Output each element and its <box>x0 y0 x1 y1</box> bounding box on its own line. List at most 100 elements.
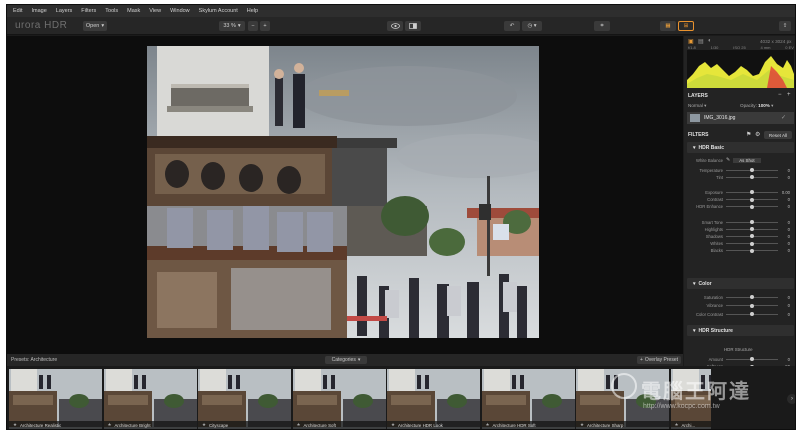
slider-shadows[interactable]: Shadows 0 <box>690 233 794 239</box>
slider-whites[interactable]: Whites 0 <box>690 241 794 247</box>
slider-knob[interactable] <box>750 241 754 246</box>
preset-thumbnail[interactable]: ★ Cityscape <box>198 369 291 429</box>
undo-icon[interactable]: ↶ <box>504 21 520 31</box>
slider-knob[interactable] <box>750 227 754 232</box>
hdr-basic-header[interactable]: ▾ HDR Basic <box>687 142 794 153</box>
hdr-structure-header[interactable]: ▾ HDR Structure <box>687 325 794 336</box>
slider-track[interactable] <box>726 190 778 195</box>
preset-thumbnail[interactable]: ★ Architecture Realistic <box>9 369 102 429</box>
compare-icon[interactable] <box>405 21 421 31</box>
menu-view[interactable]: View <box>149 8 161 14</box>
remove-layer-icon[interactable]: − <box>778 92 782 98</box>
slider-amount[interactable]: Amount 0 <box>690 356 794 362</box>
white-balance-row[interactable]: White Balance ✎ As Shot <box>690 157 794 163</box>
zoom-in-button[interactable]: + <box>260 21 270 31</box>
layer-row[interactable]: IMG_3016.jpg ✓ <box>687 112 794 124</box>
reset-all-button[interactable]: Reset All <box>764 131 792 139</box>
slider-knob[interactable] <box>750 190 754 195</box>
slider-knob[interactable] <box>750 197 754 202</box>
menu-skylum-account[interactable]: Skylum Account <box>199 8 238 14</box>
open-button[interactable]: Open ▾ <box>83 21 107 31</box>
zoom-select[interactable]: 33 % ▾ <box>219 21 245 31</box>
slider-track[interactable] <box>726 234 778 239</box>
star-icon[interactable]: ★ <box>580 422 584 428</box>
clipping-icon[interactable]: ◐ <box>708 38 712 44</box>
slider-knob[interactable] <box>750 234 754 239</box>
preset-thumbnail[interactable]: ★ Architecture HDR Soft <box>481 369 575 429</box>
menu-mask[interactable]: Mask <box>127 8 140 14</box>
menu-tools[interactable]: Tools <box>105 8 118 14</box>
slider-temperature[interactable]: Temperature 0 <box>690 167 794 173</box>
slider-track[interactable] <box>726 204 778 209</box>
menu-filters[interactable]: Filters <box>81 8 96 14</box>
slider-saturation[interactable]: Saturation 0 <box>690 294 794 300</box>
slider-track[interactable] <box>726 175 778 180</box>
slider-knob[interactable] <box>750 220 754 224</box>
slider-contrast[interactable]: Contrast 0 <box>690 197 794 203</box>
slider-track[interactable] <box>726 241 778 246</box>
checkmark-icon[interactable]: ✓ <box>781 114 786 121</box>
slider-track[interactable] <box>726 220 778 224</box>
share-icon[interactable]: ⇪ <box>779 21 791 31</box>
preset-thumbnail-label: ★ Cityscape <box>198 421 291 429</box>
canvas-area[interactable] <box>7 36 683 354</box>
add-layer-icon[interactable]: + <box>787 92 791 98</box>
slider-knob[interactable] <box>750 168 754 172</box>
slider-track[interactable] <box>726 248 778 253</box>
menu-layers[interactable]: Layers <box>56 8 73 14</box>
slider-knob[interactable] <box>750 303 754 308</box>
gear-icon[interactable]: ⚙ <box>755 131 760 138</box>
slider-track[interactable] <box>726 312 778 316</box>
slider-track[interactable] <box>726 227 778 232</box>
opacity-control[interactable]: Opacity: 100% ▾ <box>740 103 773 109</box>
slider-blacks[interactable]: Blacks 0 <box>690 248 794 254</box>
slider-hdr-enhance[interactable]: HDR Enhance 0 <box>690 204 794 210</box>
eyedropper-icon[interactable]: ✎ <box>726 157 730 163</box>
slider-track[interactable] <box>726 357 778 361</box>
categories-button[interactable]: Categories ▾ <box>325 356 367 364</box>
slider-vibrance[interactable]: Vibrance 0 <box>690 303 794 309</box>
white-balance-select[interactable]: As Shot <box>733 157 761 163</box>
preset-thumbnail-image <box>387 369 480 429</box>
star-icon[interactable]: ★ <box>108 422 112 428</box>
star-icon[interactable]: ★ <box>297 422 301 428</box>
slider-knob[interactable] <box>750 357 754 361</box>
zoom-out-button[interactable]: − <box>248 21 258 31</box>
slider-track[interactable] <box>726 168 778 172</box>
overlay-preset-button[interactable]: + Overlay Preset <box>637 356 681 364</box>
panels-icon[interactable]: ▦ <box>660 21 676 31</box>
slider-knob[interactable] <box>750 204 754 209</box>
blend-mode-select[interactable]: Normal ▾ <box>688 103 706 109</box>
slider-color-contrast[interactable]: Color Contrast 0 <box>690 311 794 317</box>
menu-help[interactable]: Help <box>247 8 258 14</box>
slider-track[interactable] <box>726 295 778 299</box>
slider-smart-tone[interactable]: Smart Tone 0 <box>690 219 794 225</box>
crop-icon[interactable]: ⌗ <box>594 21 610 31</box>
filters-layout-icon[interactable]: ⊞ <box>678 21 694 31</box>
preset-thumbnail[interactable]: ★ Architecture HDR Look <box>387 369 480 429</box>
preset-thumbnail[interactable]: ★ Architecture Soft <box>292 369 386 429</box>
history-icon[interactable]: ◷ ▾ <box>522 21 542 31</box>
star-icon[interactable]: ★ <box>202 422 206 428</box>
preset-thumbnail[interactable]: ★ Architecture Bright <box>103 369 197 429</box>
slider-exposure[interactable]: Exposure 0.00 <box>690 189 794 195</box>
menu-edit[interactable]: Edit <box>13 8 22 14</box>
slider-knob[interactable] <box>750 312 754 316</box>
star-icon[interactable]: ★ <box>486 422 490 428</box>
star-icon[interactable]: ★ <box>13 422 17 428</box>
menu-window[interactable]: Window <box>170 8 190 14</box>
slider-highlights[interactable]: Highlights 0 <box>690 226 794 232</box>
slider-track[interactable] <box>726 197 778 202</box>
slider-knob[interactable] <box>750 175 754 180</box>
image-info-icon[interactable]: ▣ <box>688 38 694 45</box>
color-header[interactable]: ▾ Color <box>687 278 794 289</box>
slider-knob[interactable] <box>750 295 754 299</box>
histogram-icon[interactable]: ▤ <box>698 38 704 45</box>
menu-image[interactable]: Image <box>31 8 46 14</box>
eye-icon[interactable] <box>387 21 403 31</box>
slider-track[interactable] <box>726 303 778 308</box>
slider-tint[interactable]: Tint 0 <box>690 174 794 180</box>
bookmark-icon[interactable]: ⚑ <box>746 131 751 138</box>
slider-knob[interactable] <box>750 248 754 253</box>
star-icon[interactable]: ★ <box>391 422 395 428</box>
